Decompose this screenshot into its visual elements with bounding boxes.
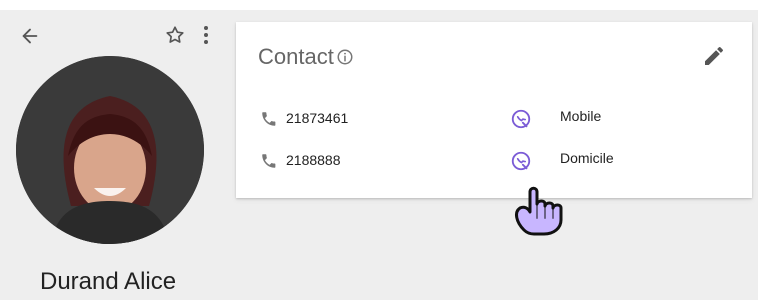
contact-name: Durand Alice <box>40 268 177 295</box>
info-icon[interactable] <box>336 48 354 66</box>
contact-row-home: 2188888 Domicile <box>236 148 752 184</box>
contact-card: Contact 21873461 Mobile 2188888 Domicile <box>236 22 752 198</box>
star-outline-icon[interactable] <box>160 20 190 50</box>
more-vert-icon[interactable] <box>196 20 216 50</box>
phone-icon <box>260 152 278 170</box>
phone-type-icon[interactable] <box>510 108 532 130</box>
edit-pencil-icon[interactable] <box>702 44 730 72</box>
contact-card-title: Contact <box>258 44 334 69</box>
phone-type-label: Mobile <box>560 108 602 124</box>
phone-number[interactable]: 2188888 <box>286 152 341 168</box>
phone-type-icon[interactable] <box>510 150 532 172</box>
contact-row-mobile: 21873461 Mobile <box>236 106 752 142</box>
phone-type-label: Domicile <box>560 150 614 166</box>
phone-number[interactable]: 21873461 <box>286 110 348 126</box>
phone-icon <box>260 110 278 128</box>
back-arrow-icon[interactable] <box>14 20 46 52</box>
avatar <box>16 56 204 244</box>
